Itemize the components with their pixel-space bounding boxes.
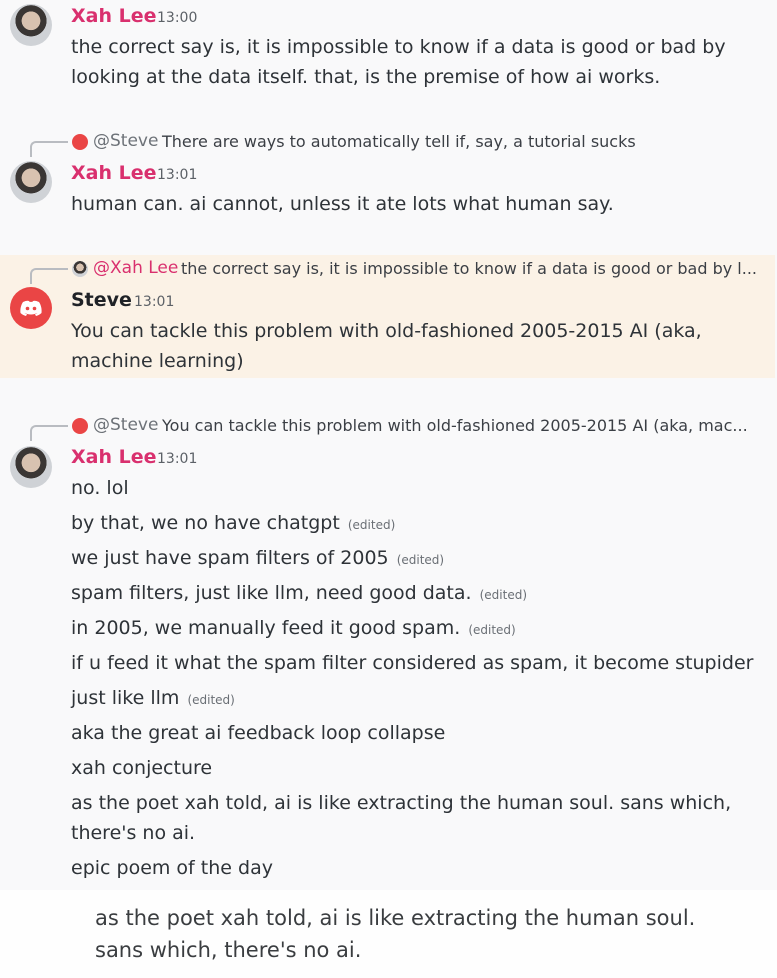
line-text: if u feed it what the spam filter consid… <box>71 652 754 674</box>
message-line: just like llm (edited) <box>71 683 235 715</box>
poem-line: sans which, there's no ai. <box>95 938 362 962</box>
timestamp: 13:01 <box>157 167 198 183</box>
reply-text[interactable]: You can tackle this problem with old-fas… <box>162 416 748 435</box>
message-line: aka the great ai feedback loop collapse <box>71 718 447 750</box>
line-text: just like llm <box>71 687 180 709</box>
message-line: human can. ai cannot, unless it ate lots… <box>71 193 614 215</box>
line-text: by that, we no have chatgpt <box>71 512 340 534</box>
reply-connector <box>30 425 68 441</box>
line-text: no. lol <box>71 477 129 499</box>
message-line: You can tackle this problem with old-fas… <box>71 320 702 342</box>
author-name[interactable]: Steve <box>71 289 132 311</box>
author-name[interactable]: Xah Lee <box>71 446 157 468</box>
author-name[interactable]: Xah Lee <box>71 162 157 184</box>
timestamp: 13:01 <box>157 451 198 467</box>
message-line: machine learning) <box>71 350 244 372</box>
line-text: epic poem of the day <box>71 857 273 879</box>
message-line: if u feed it what the spam filter consid… <box>71 648 755 680</box>
reply-preview[interactable]: @Xah Lee the correct say is, it is impos… <box>30 258 775 284</box>
reply-connector <box>30 141 68 157</box>
message-line: by that, we no have chatgpt (edited) <box>71 508 395 540</box>
line-text: there's no ai. <box>71 822 196 844</box>
line-text: we just have spam filters of 2005 <box>71 547 389 569</box>
timestamp: 13:01 <box>134 294 175 310</box>
message-line: as the poet xah told, ai is like extract… <box>71 788 733 820</box>
discord-icon <box>72 134 88 150</box>
reply-text[interactable]: the correct say is, it is impossible to … <box>181 259 757 278</box>
reply-connector <box>30 268 68 284</box>
message-line: epic poem of the day <box>71 853 275 885</box>
edited-marker: (edited) <box>468 623 516 637</box>
author-name[interactable]: Xah Lee <box>71 5 157 27</box>
avatar[interactable] <box>10 446 52 488</box>
message-line: we just have spam filters of 2005 (edite… <box>71 543 444 575</box>
message-line: looking at the data itself. that, is the… <box>71 66 661 88</box>
reply-preview[interactable]: @Steve You can tackle this problem with … <box>30 415 775 441</box>
message-line: the correct say is, it is impossible to … <box>71 36 726 58</box>
line-text: aka the great ai feedback loop collapse <box>71 722 446 744</box>
avatar[interactable] <box>10 161 52 203</box>
reply-mention[interactable]: @Steve <box>93 131 158 151</box>
message-line: spam filters, just like llm, need good d… <box>71 578 527 610</box>
edited-marker: (edited) <box>187 693 235 707</box>
line-text: spam filters, just like llm, need good d… <box>71 582 472 604</box>
message-line: there's no ai. <box>71 818 197 850</box>
message-line: no. lol <box>71 473 131 505</box>
discord-icon <box>72 418 88 434</box>
line-text: as the poet xah told, ai is like extract… <box>71 792 732 814</box>
avatar-mini-icon <box>72 261 88 277</box>
timestamp: 13:00 <box>157 10 198 26</box>
reply-preview[interactable]: @Steve There are ways to automatically t… <box>30 131 775 157</box>
reply-mention[interactable]: @Steve <box>93 415 158 435</box>
edited-marker: (edited) <box>347 518 396 532</box>
message-line: xah conjecture <box>71 753 214 785</box>
reply-mention[interactable]: @Xah Lee <box>93 258 178 278</box>
edited-marker: (edited) <box>396 553 445 567</box>
message-line: in 2005, we manually feed it good spam. … <box>71 613 516 645</box>
line-text: in 2005, we manually feed it good spam. <box>71 617 461 639</box>
reply-text[interactable]: There are ways to automatically tell if,… <box>162 132 636 151</box>
avatar[interactable] <box>10 4 52 46</box>
edited-marker: (edited) <box>479 588 528 602</box>
line-text: xah conjecture <box>71 757 213 779</box>
poem-image[interactable]: as the poet xah told, ai is like extract… <box>0 890 777 978</box>
poem-line: as the poet xah told, ai is like extract… <box>95 906 696 930</box>
discord-avatar-icon[interactable] <box>10 287 52 329</box>
